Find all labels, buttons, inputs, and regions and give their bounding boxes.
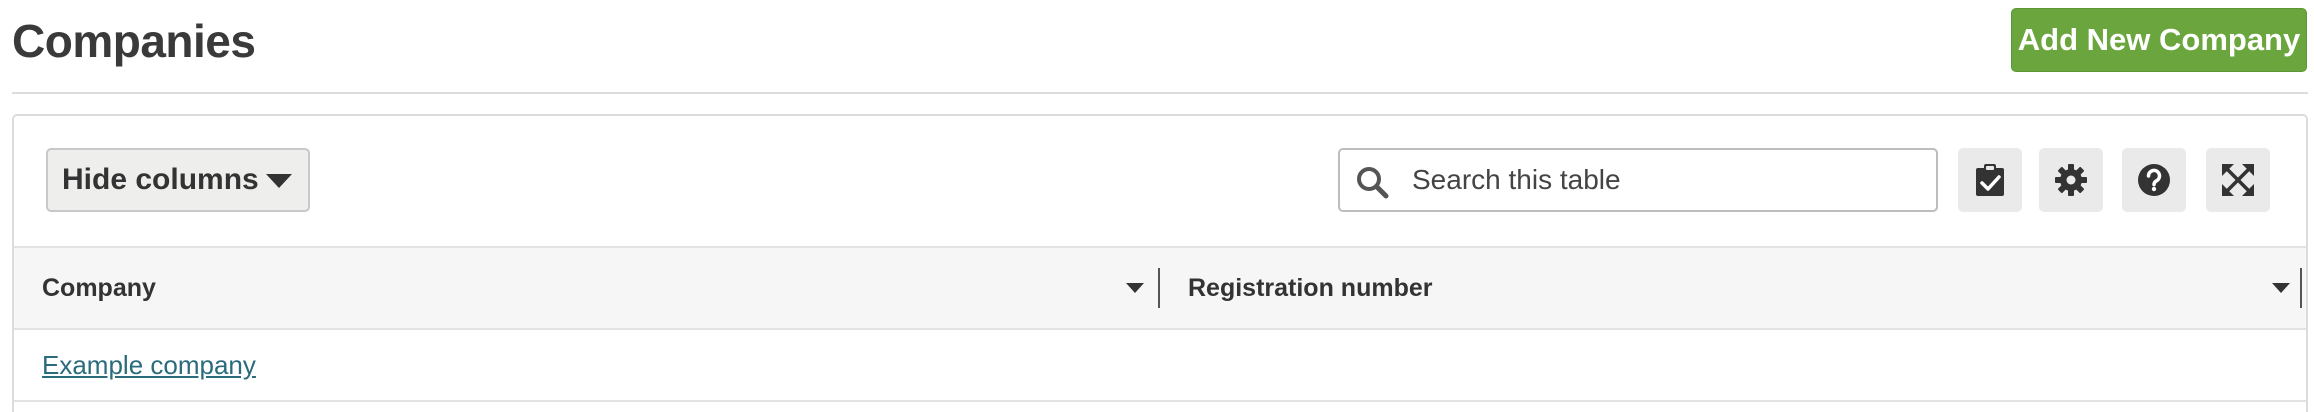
search-field[interactable]: [1338, 148, 1938, 212]
column-resize-handle[interactable]: [1158, 268, 1160, 308]
chevron-down-icon[interactable]: [1126, 283, 1144, 293]
gear-icon: [2055, 164, 2087, 196]
search-icon: [1357, 167, 1389, 199]
chevron-down-icon[interactable]: [2272, 283, 2290, 293]
help-button[interactable]: [2122, 148, 2186, 212]
add-new-company-button[interactable]: Add New Company: [2011, 8, 2307, 72]
column-header-company[interactable]: Company: [42, 248, 156, 328]
company-link[interactable]: Example company: [42, 350, 256, 381]
table-header: Company Registration number: [14, 246, 2306, 330]
question-icon: [2138, 164, 2170, 196]
select-rows-button[interactable]: [1958, 148, 2022, 212]
chevron-down-icon: [266, 174, 292, 188]
search-input[interactable]: [1412, 150, 1932, 210]
column-resize-handle[interactable]: [2300, 268, 2302, 308]
header-divider: [12, 92, 2308, 94]
settings-button[interactable]: [2039, 148, 2103, 212]
hide-columns-label: Hide columns: [62, 163, 259, 196]
page-title: Companies: [12, 15, 256, 67]
page-header: Companies Add New Company: [0, 0, 2314, 94]
hide-columns-dropdown[interactable]: Hide columns: [46, 148, 310, 212]
expand-icon: [2222, 164, 2254, 196]
fullscreen-button[interactable]: [2206, 148, 2270, 212]
companies-table-panel: Hide columns Search this table Company R…: [12, 114, 2308, 412]
table-row: Example company: [14, 330, 2306, 402]
clipboard-check-icon: [1976, 164, 2004, 196]
column-header-registration-number[interactable]: Registration number: [1188, 248, 1432, 328]
